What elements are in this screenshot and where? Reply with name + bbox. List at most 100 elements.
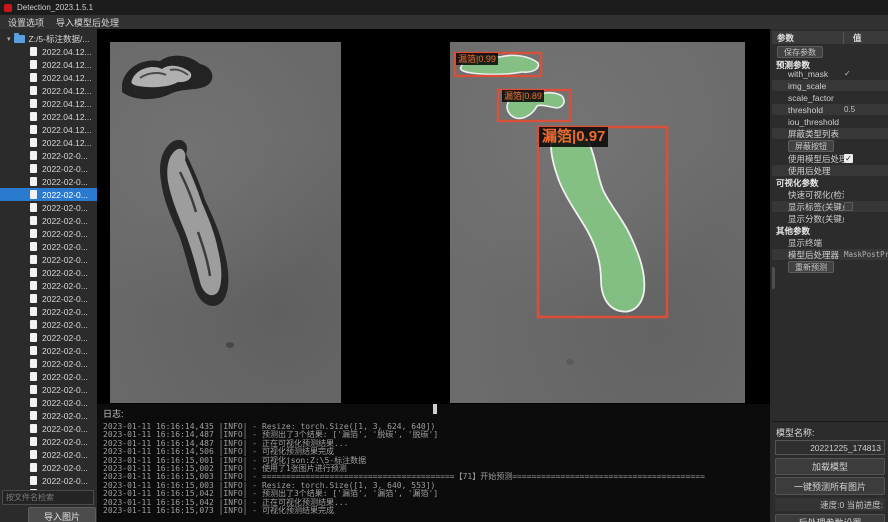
param-row-threshold[interactable]: threshold 0.5 <box>772 104 888 115</box>
checkbox-checked[interactable]: ✓ <box>844 154 853 163</box>
mask-button[interactable]: 屏蔽按钮 <box>788 140 834 152</box>
tree-item[interactable]: 2022-02-0... <box>0 149 97 162</box>
tree-item-label: 2022.04.12... <box>42 60 92 70</box>
tree-item[interactable]: 2022-02-0... <box>0 474 97 487</box>
model-name-value[interactable]: 20221225_174813 <box>775 440 885 455</box>
menu-bar: 设置选项 导入模型后处理 <box>0 15 888 29</box>
tree-item[interactable]: 2022-02-0... <box>0 370 97 383</box>
param-row-mask-type-list[interactable]: 屏蔽类型列表 <box>772 128 888 139</box>
tree-item[interactable]: 2022.04.12... <box>0 123 97 136</box>
tree-item[interactable]: 2022.04.12... <box>0 136 97 149</box>
tree-item[interactable]: 2022-02-0... <box>0 409 97 422</box>
file-icon <box>30 307 37 316</box>
tree-item[interactable]: 2022-02-0... <box>0 448 97 461</box>
postprocess-settings-button[interactable]: 后处理参数设置 <box>775 514 885 522</box>
param-label: 显示标签(关键点) <box>772 201 844 213</box>
tree-item[interactable]: 2022.04.12... <box>0 110 97 123</box>
original-image-panel[interactable] <box>110 42 341 403</box>
param-row-use-model-postprocess[interactable]: 使用模型后处理 ✓ <box>772 153 888 164</box>
tree-item-label: 2022-02-0... <box>42 151 88 161</box>
params-scrollbar-thumb[interactable] <box>772 267 775 289</box>
tree-item[interactable]: 2022-02-0... <box>0 422 97 435</box>
tree-item[interactable]: 2022-02-0... <box>0 253 97 266</box>
detection-label-1: 漏箔|0.99 <box>456 53 498 65</box>
save-params-button[interactable]: 保存参数 <box>777 46 823 58</box>
file-icon <box>30 359 37 368</box>
detection-label-2: 漏箔|0.89 <box>502 90 544 102</box>
tree-item-label: 2022.04.12... <box>42 125 92 135</box>
tree-item[interactable]: 2022-02-0... <box>0 227 97 240</box>
file-icon <box>30 112 37 121</box>
log-scrollbar-thumb[interactable] <box>433 404 437 414</box>
param-row-scale-factor[interactable]: scale_factor <box>772 92 888 103</box>
param-value[interactable]: MaskPostPro <box>844 250 888 259</box>
tree-item[interactable]: 2022-02-0... <box>0 383 97 396</box>
tree-item[interactable]: 2022-02-0... <box>0 162 97 175</box>
file-icon <box>30 177 37 186</box>
tree-item-label: 2022-02-0... <box>42 333 88 343</box>
tree-item-label: 2022-02-0... <box>42 372 88 382</box>
panel-divider <box>772 421 888 422</box>
tree-item-label: 2022-02-0... <box>42 268 88 278</box>
tree-item[interactable]: 2022-02-0... <box>0 240 97 253</box>
menu-item-import-postprocess[interactable]: 导入模型后处理 <box>56 16 119 29</box>
tree-item[interactable]: 2022-02-0... <box>0 201 97 214</box>
menu-item-settings[interactable]: 设置选项 <box>8 16 44 29</box>
param-row-fast-visualize[interactable]: 快速可视化(检测) <box>772 189 888 200</box>
param-row-model-postprocessor[interactable]: 模型后处理器 MaskPostPro <box>772 249 888 260</box>
tree-item[interactable]: 2022.04.12... <box>0 45 97 58</box>
checkbox-unchecked[interactable] <box>844 202 853 211</box>
file-icon <box>30 255 37 264</box>
param-row-with-mask[interactable]: with_mask ✓ <box>772 68 888 79</box>
tree-item[interactable]: 2022-02-0... <box>0 331 97 344</box>
predict-all-button[interactable]: 一键预测所有图片 <box>775 477 885 495</box>
prediction-image-panel[interactable]: 漏箔|0.99 漏箔|0.89 漏箔|0.97 <box>450 42 745 403</box>
param-label: with_mask <box>772 69 844 79</box>
app-icon <box>4 4 12 12</box>
tree-item[interactable]: 2022-02-0... <box>0 214 97 227</box>
file-icon <box>30 86 37 95</box>
params-header-param: 参数 <box>772 32 843 44</box>
tree-item-label: 2022-02-0... <box>42 346 88 356</box>
param-row-img-scale[interactable]: img_scale <box>772 80 888 91</box>
tree-item[interactable]: 2022-02-0... <box>0 435 97 448</box>
param-label: 模型后处理器 <box>772 249 844 261</box>
tree-item[interactable]: 2022.04.12... <box>0 97 97 110</box>
tree-item[interactable]: 2022-02-0... <box>0 279 97 292</box>
search-input[interactable] <box>2 490 94 505</box>
tree-item[interactable]: 2022.04.12... <box>0 71 97 84</box>
param-row-show-terminal[interactable]: 显示终端 <box>772 237 888 248</box>
file-icon <box>30 320 37 329</box>
file-icon <box>30 398 37 407</box>
param-label: 快速可视化(检测) <box>772 189 844 201</box>
tree-item[interactable]: 2022-02-0... <box>0 175 97 188</box>
param-row-iou-threshold[interactable]: iou_threshold <box>772 116 888 127</box>
tree-item[interactable]: 2022-02-0... <box>0 396 97 409</box>
tree-item[interactable]: 2022.04.12... <box>0 58 97 71</box>
tree-item[interactable]: 2022-02-0... <box>0 357 97 370</box>
param-row-show-scores[interactable]: 显示分数(关键点) <box>772 213 888 224</box>
tree-item-selected[interactable]: 2022-02-0... <box>0 188 97 201</box>
chevron-down-icon[interactable]: ▾ <box>7 35 11 43</box>
file-icon <box>30 125 37 134</box>
tree-item[interactable]: 2022-02-0... <box>0 305 97 318</box>
tree-item[interactable]: 2022-02-0... <box>0 292 97 305</box>
tree-item[interactable]: 2022-02-0... <box>0 344 97 357</box>
load-model-button[interactable]: 加载模型 <box>775 458 885 475</box>
tree-item[interactable]: 2022-02-0... <box>0 266 97 279</box>
params-panel: 参数 值 保存参数 预测参数 with_mask ✓ img_scale sca… <box>772 29 888 522</box>
file-icon <box>30 164 37 173</box>
param-row-show-labels[interactable]: 显示标签(关键点) <box>772 201 888 212</box>
tree-item-label: 2022.04.12... <box>42 86 92 96</box>
import-images-button[interactable]: 导入图片 <box>28 507 96 522</box>
tree-item[interactable]: 2022.04.12... <box>0 84 97 97</box>
param-value[interactable]: 0.5 <box>844 105 855 114</box>
tree-item[interactable]: 2022-02-0... <box>0 461 97 474</box>
tree-item[interactable]: 2022-02-0... <box>0 318 97 331</box>
log-panel[interactable]: 日志: 2023-01-11 16:16:14,435 |INFO| - Res… <box>97 404 770 522</box>
tree-root[interactable]: ▾ Z:/5-标注数据/... <box>0 32 97 45</box>
params-header-value: 值 <box>843 32 862 44</box>
file-icon <box>30 190 37 199</box>
repredict-button[interactable]: 重新预测 <box>788 261 834 273</box>
param-row-use-postprocess[interactable]: 使用后处理 <box>772 165 888 176</box>
